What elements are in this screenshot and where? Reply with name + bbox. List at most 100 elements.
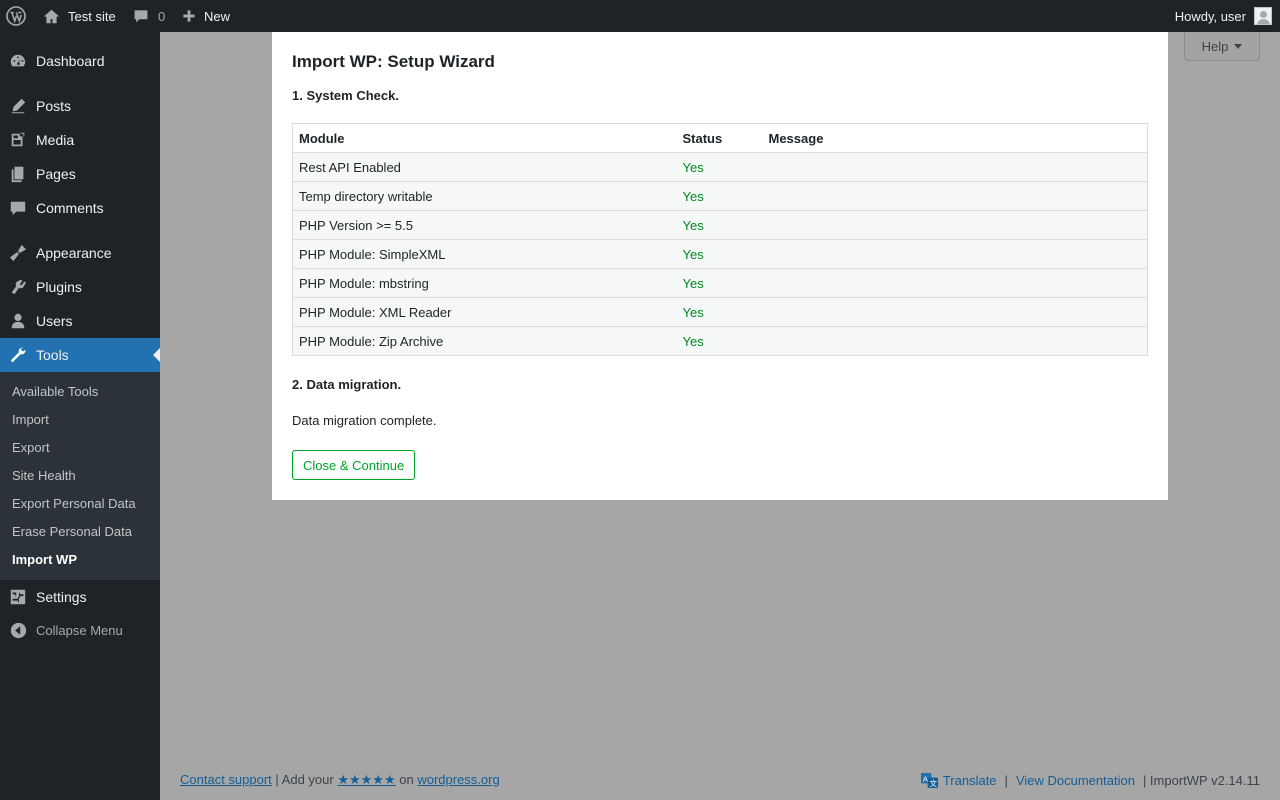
module-cell: PHP Version >= 5.5: [292, 210, 677, 240]
sidebar-item-label: Settings: [36, 589, 87, 605]
setup-wizard-modal: Import WP: Setup Wizard 1. System Check.…: [272, 32, 1168, 500]
pages-icon: [0, 165, 36, 183]
message-cell: [762, 268, 1148, 298]
new-label: New: [204, 8, 231, 24]
wordpress-org-link[interactable]: wordpress.org: [417, 772, 499, 787]
table-row: PHP Version >= 5.5 Yes: [292, 210, 1148, 240]
system-check-heading: 1. System Check.: [292, 88, 399, 103]
sidebar-item-users[interactable]: Users: [0, 304, 160, 338]
media-icon: [0, 131, 36, 149]
table-row: PHP Module: XML Reader Yes: [292, 297, 1148, 327]
sidebar-item-label: Plugins: [36, 279, 82, 295]
column-header-message: Message: [762, 123, 1148, 153]
submenu-item-import-wp[interactable]: Import WP: [12, 552, 77, 567]
settings-icon: [0, 588, 36, 606]
message-cell: [762, 210, 1148, 240]
translate-link[interactable]: Translate: [943, 773, 997, 788]
admin-menu: Dashboard Posts Media Pages Comments App…: [0, 32, 160, 800]
submenu-item-export-personal-data[interactable]: Export Personal Data: [12, 496, 136, 511]
column-header-module: Module: [292, 123, 677, 153]
tools-icon: [0, 346, 36, 364]
collapse-menu-label: Collapse Menu: [36, 622, 123, 638]
translate-icon: A文: [920, 772, 939, 789]
module-cell: Temp directory writable: [292, 181, 677, 211]
sidebar-item-dashboard[interactable]: Dashboard: [0, 44, 160, 78]
howdy-text: Howdy, user: [1174, 8, 1246, 24]
footer-right: A文 Translate | View Documentation | Impo…: [920, 772, 1260, 789]
caret-down-icon: [1234, 43, 1243, 49]
sidebar-item-label: Media: [36, 132, 75, 148]
sidebar-item-comments[interactable]: Comments: [0, 191, 160, 225]
submenu-item-import[interactable]: Import: [12, 412, 49, 427]
status-cell: Yes: [676, 210, 763, 240]
sidebar-item-tools[interactable]: Tools: [0, 338, 160, 372]
module-cell: PHP Module: SimpleXML: [292, 239, 677, 269]
tools-submenu: Available Tools Import Export Site Healt…: [0, 372, 160, 580]
module-cell: PHP Module: XML Reader: [292, 297, 677, 327]
sidebar-item-label: Dashboard: [36, 53, 105, 69]
sidebar-item-posts[interactable]: Posts: [0, 89, 160, 123]
submenu-item-erase-personal-data[interactable]: Erase Personal Data: [12, 524, 132, 539]
view-documentation-link[interactable]: View Documentation: [1016, 773, 1135, 788]
collapse-menu-button[interactable]: Collapse Menu: [0, 618, 160, 642]
sidebar-item-plugins[interactable]: Plugins: [0, 270, 160, 304]
footer-add-your: | Add your: [275, 772, 334, 787]
status-cell: Yes: [676, 181, 763, 211]
footer-on: on: [399, 772, 414, 787]
module-cell: PHP Module: Zip Archive: [292, 326, 677, 356]
comments-count: 0: [158, 8, 166, 24]
message-cell: [762, 297, 1148, 327]
sidebar-item-label: Appearance: [36, 245, 112, 261]
status-cell: Yes: [676, 152, 763, 182]
table-row: PHP Module: SimpleXML Yes: [292, 239, 1148, 269]
status-cell: Yes: [676, 239, 763, 269]
modal-title: Import WP: Setup Wizard: [292, 52, 495, 71]
plus-icon: [183, 10, 195, 22]
footer-separator: |: [1004, 773, 1008, 788]
sidebar-item-label: Comments: [36, 200, 104, 216]
message-cell: [762, 181, 1148, 211]
table-row: Temp directory writable Yes: [292, 181, 1148, 211]
status-cell: Yes: [676, 326, 763, 356]
module-cell: PHP Module: mbstring: [292, 268, 677, 298]
column-header-status: Status: [676, 123, 763, 153]
footer-version: | ImportWP v2.14.11: [1142, 773, 1260, 788]
module-cell: Rest API Enabled: [292, 152, 677, 182]
svg-text:文: 文: [929, 778, 937, 788]
sidebar-item-media[interactable]: Media: [0, 123, 160, 157]
sidebar-item-label: Tools: [36, 347, 69, 363]
comments-link[interactable]: 0: [133, 0, 165, 32]
contact-support-link[interactable]: Contact support: [180, 772, 272, 787]
users-icon: [0, 312, 36, 330]
appearance-icon: [0, 244, 36, 262]
submenu-item-site-health[interactable]: Site Health: [12, 468, 76, 483]
sidebar-item-appearance[interactable]: Appearance: [0, 236, 160, 270]
table-row: Rest API Enabled Yes: [292, 152, 1148, 182]
dashboard-icon: [0, 52, 36, 70]
account-menu[interactable]: Howdy, user: [1175, 0, 1272, 32]
message-cell: [762, 326, 1148, 356]
sidebar-item-settings[interactable]: Settings: [0, 580, 160, 614]
collapse-arrow-icon: [0, 622, 36, 639]
admin-bar: Test site 0 New Howdy, user: [0, 0, 1280, 32]
system-check-table: Module Status Message Rest API Enabled Ye…: [292, 123, 1148, 356]
table-row: PHP Module: mbstring Yes: [292, 268, 1148, 298]
submenu-item-available-tools[interactable]: Available Tools: [12, 384, 98, 399]
sidebar-item-pages[interactable]: Pages: [0, 157, 160, 191]
footer-left: Contact support | Add your ★★★★★ on word…: [180, 772, 500, 788]
close-continue-button[interactable]: Close & Continue: [292, 450, 416, 480]
message-cell: [762, 239, 1148, 269]
site-name: Test site: [68, 8, 116, 24]
site-name-link[interactable]: Test site: [43, 0, 116, 32]
new-content-link[interactable]: New: [182, 0, 230, 32]
wordpress-logo-icon[interactable]: [6, 0, 28, 32]
sidebar-item-label: Pages: [36, 166, 76, 182]
migration-status-message: Data migration complete.: [292, 413, 437, 428]
data-migration-heading: 2. Data migration.: [292, 377, 402, 392]
submenu-item-export[interactable]: Export: [12, 440, 50, 455]
plugins-icon: [0, 278, 36, 296]
help-button[interactable]: Help: [1184, 32, 1260, 61]
status-cell: Yes: [676, 268, 763, 298]
rating-stars-link[interactable]: ★★★★★: [337, 772, 395, 787]
sidebar-item-label: Posts: [36, 98, 72, 114]
